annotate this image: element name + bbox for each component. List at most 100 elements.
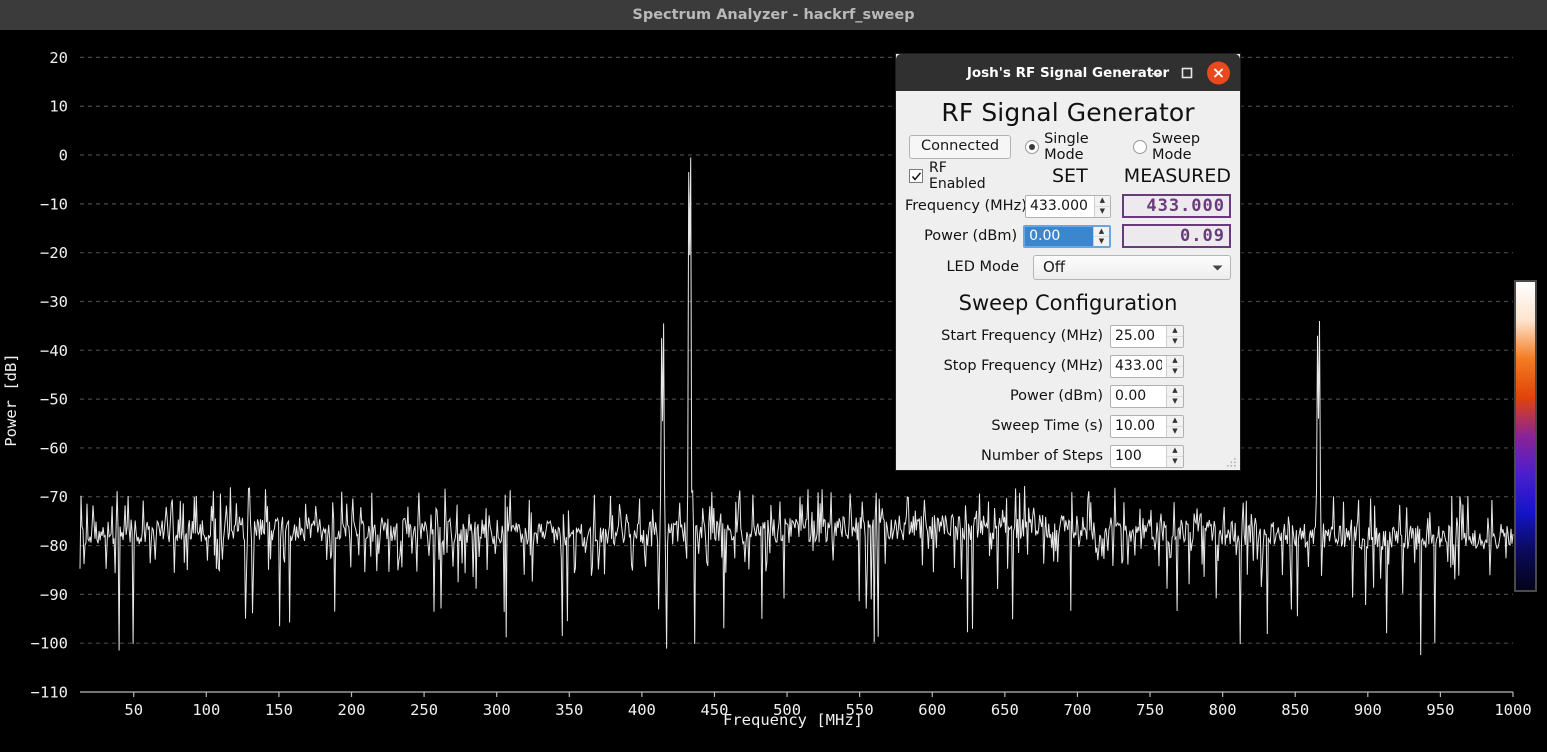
frequency-stepper-down[interactable]: ▼ xyxy=(1095,207,1110,217)
frequency-field-row: Frequency (MHz) ▲ ▼ 433.000 xyxy=(905,191,1231,221)
frequency-measured-display: 433.000 xyxy=(1121,194,1231,218)
power-stepper-up[interactable]: ▲ xyxy=(1094,227,1109,237)
power-label: Power (dBm) xyxy=(924,228,1018,244)
number-of-steps-spinbox[interactable]: ▲ ▼ xyxy=(1110,444,1184,468)
svg-text:−60: −60 xyxy=(40,439,68,457)
radio-sweep-mode-indicator[interactable] xyxy=(1133,140,1147,154)
frequency-stepper-up[interactable]: ▲ xyxy=(1095,196,1110,207)
chevron-down-icon[interactable] xyxy=(1212,258,1223,276)
svg-text:50: 50 xyxy=(124,701,143,719)
number-of-steps-stepper[interactable]: ▲ ▼ xyxy=(1166,445,1183,467)
colorbar xyxy=(1514,280,1537,592)
svg-text:−20: −20 xyxy=(40,244,68,262)
sweep-power-stepper-down[interactable]: ▼ xyxy=(1167,397,1183,407)
svg-text:100: 100 xyxy=(192,701,220,719)
svg-text:850: 850 xyxy=(1281,701,1309,719)
sweep-power-stepper[interactable]: ▲ ▼ xyxy=(1166,385,1183,407)
spectrum-analyzer-titlebar: Spectrum Analyzer - hackrf_sweep xyxy=(0,0,1547,30)
led-mode-label: LED Mode xyxy=(946,259,1019,275)
sweep-start-frequency-stepper-up[interactable]: ▲ xyxy=(1167,326,1183,337)
dialog-title: Josh's RF Signal Generator xyxy=(966,64,1170,81)
sweep-power-stepper-up[interactable]: ▲ xyxy=(1167,386,1183,397)
sweep-time-stepper-down[interactable]: ▼ xyxy=(1167,427,1183,437)
power-spinbox[interactable]: ▲ ▼ xyxy=(1023,224,1111,248)
sweep-stop-frequency-stepper-up[interactable]: ▲ xyxy=(1167,356,1183,367)
radio-single-mode[interactable]: Single Mode xyxy=(1025,131,1119,163)
radio-sweep-mode[interactable]: Sweep Mode xyxy=(1133,131,1230,163)
spectrum-analyzer-title: Spectrum Analyzer - hackrf_sweep xyxy=(632,7,915,23)
svg-text:150: 150 xyxy=(265,701,293,719)
svg-text:−100: −100 xyxy=(31,635,68,653)
led-mode-value: Off xyxy=(1043,258,1066,276)
power-stepper[interactable]: ▲ ▼ xyxy=(1093,226,1109,246)
dialog-titlebar[interactable]: Josh's RF Signal Generator xyxy=(896,54,1240,91)
svg-text:950: 950 xyxy=(1426,701,1454,719)
sweep-start-frequency-stepper-down[interactable]: ▼ xyxy=(1167,337,1183,347)
sweep-time-label: Sweep Time (s) xyxy=(991,418,1103,434)
resize-grip[interactable] xyxy=(1224,454,1237,467)
number-of-steps-stepper-up[interactable]: ▲ xyxy=(1167,446,1183,457)
svg-text:750: 750 xyxy=(1136,701,1164,719)
sweep-stop-frequency-row: Stop Frequency (MHz) ▲ ▼ xyxy=(905,351,1231,381)
sweep-stop-frequency-input[interactable] xyxy=(1111,355,1166,377)
svg-text:400: 400 xyxy=(628,701,656,719)
power-stepper-down[interactable]: ▼ xyxy=(1094,237,1109,246)
frequency-measured-value: 433.000 xyxy=(1146,195,1225,216)
rf-enabled-checkbox[interactable] xyxy=(909,169,923,183)
frequency-spinbox[interactable]: ▲ ▼ xyxy=(1025,194,1111,218)
connected-button[interactable]: Connected xyxy=(909,134,1012,160)
app-root: Spectrum Analyzer - hackrf_sweep 20 10 0 −1… xyxy=(0,0,1547,752)
sweep-stop-frequency-stepper[interactable]: ▲ ▼ xyxy=(1166,355,1183,377)
sweep-start-frequency-label: Start Frequency (MHz) xyxy=(941,328,1103,344)
sweep-power-label: Power (dBm) xyxy=(1009,388,1103,404)
maximize-icon[interactable] xyxy=(1176,62,1198,84)
sweep-start-frequency-stepper[interactable]: ▲ ▼ xyxy=(1166,325,1183,347)
spectrum-plot-svg: 20100−10−20−30−40−50−60−70−80−90−100−110… xyxy=(0,30,1547,752)
svg-text:300: 300 xyxy=(483,701,511,719)
spectrum-plot: 20 10 0 −10 −20 −30 −40 −50 −60 −70 −80 −90 −100 −110… xyxy=(0,30,1547,752)
sweep-time-stepper[interactable]: ▲ ▼ xyxy=(1166,415,1183,437)
close-icon[interactable] xyxy=(1207,61,1230,84)
power-input[interactable] xyxy=(1025,226,1094,246)
frequency-input[interactable] xyxy=(1026,195,1094,217)
svg-text:600: 600 xyxy=(918,701,946,719)
svg-text:10: 10 xyxy=(49,98,68,116)
sweep-stop-frequency-spinbox[interactable]: ▲ ▼ xyxy=(1110,354,1184,378)
number-of-steps-label: Number of Steps xyxy=(980,448,1103,464)
sweep-time-input[interactable] xyxy=(1111,415,1166,437)
sweep-configuration-heading: Sweep Configuration xyxy=(958,291,1178,315)
number-of-steps-input[interactable] xyxy=(1111,445,1166,467)
minimize-icon[interactable] xyxy=(1146,62,1168,84)
frequency-label: Frequency (MHz) xyxy=(905,198,1027,214)
svg-text:800: 800 xyxy=(1209,701,1237,719)
sweep-start-frequency-spinbox[interactable]: ▲ ▼ xyxy=(1110,324,1184,348)
sweep-start-frequency-input[interactable] xyxy=(1111,325,1166,347)
sweep-start-frequency-row: Start Frequency (MHz) ▲ ▼ xyxy=(905,321,1231,351)
sweep-stop-frequency-stepper-down[interactable]: ▼ xyxy=(1167,367,1183,377)
svg-text:−50: −50 xyxy=(40,391,68,409)
measured-column-header: MEASURED xyxy=(1123,165,1231,187)
sweep-power-spinbox[interactable]: ▲ ▼ xyxy=(1110,384,1184,408)
sweep-power-row: Power (dBm) ▲ ▼ xyxy=(905,381,1231,411)
radio-sweep-mode-label: Sweep Mode xyxy=(1152,131,1201,163)
frequency-stepper[interactable]: ▲ ▼ xyxy=(1094,195,1110,217)
sweep-time-stepper-up[interactable]: ▲ xyxy=(1167,416,1183,427)
radio-single-mode-indicator[interactable] xyxy=(1025,140,1040,154)
svg-text:650: 650 xyxy=(991,701,1019,719)
number-of-steps-stepper-down[interactable]: ▼ xyxy=(1167,457,1183,467)
power-field-row: Power (dBm) ▲ ▼ 0.09 xyxy=(905,221,1231,251)
led-mode-select[interactable]: Off xyxy=(1033,254,1231,280)
svg-text:250: 250 xyxy=(410,701,438,719)
svg-text:200: 200 xyxy=(338,701,366,719)
svg-text:−30: −30 xyxy=(40,293,68,311)
power-measured-display: 0.09 xyxy=(1121,224,1231,248)
set-column-header: SET xyxy=(1052,165,1088,187)
sweep-power-input[interactable] xyxy=(1111,385,1166,407)
sweep-time-spinbox[interactable]: ▲ ▼ xyxy=(1110,414,1184,438)
svg-text:900: 900 xyxy=(1354,701,1382,719)
dialog-body: RF Signal Generator Connected Single Mod… xyxy=(896,91,1240,471)
power-measured-value: 0.09 xyxy=(1180,225,1225,246)
led-mode-row: LED Mode Off xyxy=(905,251,1231,283)
rf-signal-generator-dialog[interactable]: Josh's RF Signal Generator RF Signal Gen… xyxy=(895,53,1241,471)
sweep-time-row: Sweep Time (s) ▲ ▼ xyxy=(905,411,1231,441)
